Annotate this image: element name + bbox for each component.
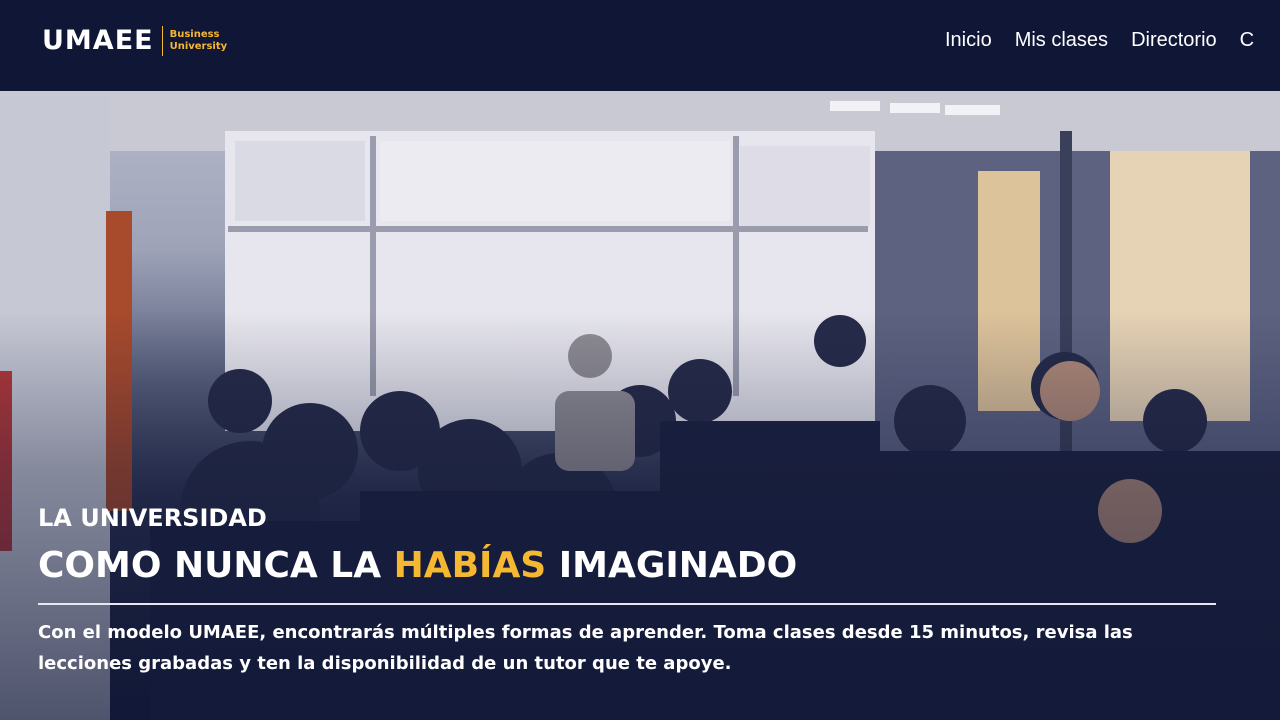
hero-divider: [38, 603, 1216, 605]
top-navigation-bar: UMAEE Business University Inicio Mis cla…: [0, 0, 1280, 91]
hero-title-part2: IMAGINADO: [546, 545, 798, 586]
hero-description: Con el modelo UMAEE, encontrarás múltipl…: [38, 622, 1133, 674]
logo-wordmark: UMAEE: [42, 25, 154, 56]
main-nav: Inicio Mis clases Directorio C: [945, 26, 1277, 54]
umaee-logo[interactable]: UMAEE Business University: [42, 24, 227, 58]
logo-subtitle: Business University: [170, 29, 228, 53]
hero-kicker: LA UNIVERSIDAD: [38, 504, 267, 532]
logo-subtitle-line1: Business: [169, 29, 220, 40]
nav-item-directorio[interactable]: Directorio: [1131, 26, 1217, 54]
hero-title-accent: HABÍAS: [393, 545, 547, 586]
nav-item-mis-clases[interactable]: Mis clases: [1015, 26, 1108, 54]
hero-banner: LA UNIVERSIDAD COMO NUNCA LA HABÍAS IMAG…: [0, 91, 1280, 720]
nav-item-truncated[interactable]: C: [1240, 26, 1254, 54]
logo-subtitle-line2: University: [169, 41, 228, 52]
nav-item-inicio[interactable]: Inicio: [945, 26, 992, 54]
logo-divider: [161, 26, 163, 56]
hero-title-part1: COMO NUNCA LA: [38, 545, 394, 586]
hero-title: COMO NUNCA LA HABÍAS IMAGINADO: [38, 543, 797, 589]
